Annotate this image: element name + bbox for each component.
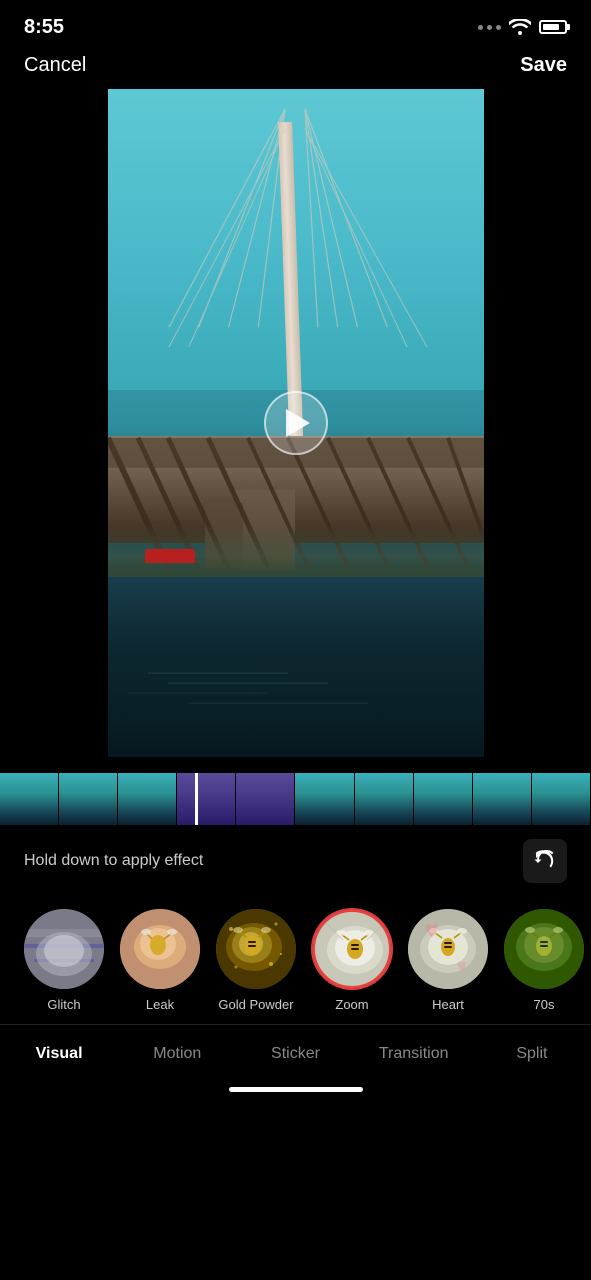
hold-text-row: Hold down to apply effect bbox=[0, 825, 591, 897]
timeline-frame-8 bbox=[532, 773, 591, 825]
play-icon bbox=[286, 409, 310, 437]
leak-visual bbox=[120, 909, 200, 989]
timeline-frame-6 bbox=[414, 773, 473, 825]
save-button[interactable]: Save bbox=[520, 54, 567, 77]
video-scene bbox=[108, 89, 484, 757]
water-reflections bbox=[108, 663, 484, 743]
effect-thumb-gold bbox=[216, 909, 296, 989]
undo-button[interactable] bbox=[523, 839, 567, 883]
tab-transition[interactable]: Transition bbox=[355, 1041, 473, 1067]
heart-visual bbox=[408, 909, 488, 989]
effect-thumb-70s bbox=[504, 909, 584, 989]
effect-label-70s: 70s bbox=[534, 997, 555, 1012]
status-time: 8:55 bbox=[24, 16, 64, 39]
effect-zoom[interactable]: Zoom bbox=[304, 905, 400, 1016]
home-indicator bbox=[229, 1087, 363, 1092]
battery-fill bbox=[543, 24, 559, 30]
70s-visual bbox=[504, 909, 584, 989]
battery-icon bbox=[539, 20, 567, 34]
header: Cancel Save bbox=[0, 50, 591, 89]
undo-icon bbox=[534, 850, 556, 872]
dot-2 bbox=[487, 25, 492, 30]
timeline-frame-4 bbox=[295, 773, 354, 825]
signal-dots bbox=[478, 25, 501, 30]
effect-label-leak: Leak bbox=[146, 997, 174, 1012]
timeline-frame-1 bbox=[0, 773, 59, 825]
effect-70s[interactable]: 70s bbox=[496, 905, 591, 1016]
tab-visual[interactable]: Visual bbox=[0, 1041, 118, 1067]
hold-text: Hold down to apply effect bbox=[24, 852, 203, 870]
effect-label-glitch: Glitch bbox=[47, 997, 80, 1012]
effect-leak[interactable]: Leak bbox=[112, 905, 208, 1016]
glitch-visual bbox=[24, 909, 104, 989]
gold-visual bbox=[216, 909, 296, 989]
boat bbox=[145, 549, 195, 563]
tab-sticker[interactable]: Sticker bbox=[236, 1041, 354, 1067]
effect-label-gold: Gold Powder bbox=[218, 997, 293, 1012]
play-button[interactable] bbox=[264, 391, 328, 455]
effect-thumb-heart bbox=[408, 909, 488, 989]
timeline-strip[interactable] bbox=[0, 773, 591, 825]
timeline-frame-selected-1 bbox=[177, 773, 236, 825]
timeline-frame-7 bbox=[473, 773, 532, 825]
effect-label-heart: Heart bbox=[432, 997, 464, 1012]
timeline-frame-selected-2 bbox=[236, 773, 295, 825]
tab-motion[interactable]: Motion bbox=[118, 1041, 236, 1067]
cancel-button[interactable]: Cancel bbox=[24, 54, 86, 77]
effect-label-zoom: Zoom bbox=[335, 997, 368, 1012]
tab-split[interactable]: Split bbox=[473, 1041, 591, 1067]
timeline-frame-3 bbox=[118, 773, 177, 825]
timeline-frame-2 bbox=[59, 773, 118, 825]
dot-1 bbox=[478, 25, 483, 30]
effects-row: Glitch Leak bbox=[0, 897, 591, 1024]
effect-gold-powder[interactable]: Gold Powder bbox=[208, 905, 304, 1016]
timeline-frame-5 bbox=[355, 773, 414, 825]
effect-heart[interactable]: Heart bbox=[400, 905, 496, 1016]
effect-thumb-zoom bbox=[312, 909, 392, 989]
status-icons bbox=[478, 19, 567, 35]
effect-thumb-leak bbox=[120, 909, 200, 989]
bottom-tabs: Visual Motion Sticker Transition Split bbox=[0, 1024, 591, 1075]
timeline-cursor bbox=[195, 773, 198, 825]
effect-thumb-glitch bbox=[24, 909, 104, 989]
wifi-icon bbox=[509, 19, 531, 35]
status-bar: 8:55 bbox=[0, 0, 591, 50]
dot-3 bbox=[496, 25, 501, 30]
effect-glitch[interactable]: Glitch bbox=[16, 905, 112, 1016]
video-player[interactable] bbox=[108, 89, 484, 757]
timeline-section bbox=[0, 757, 591, 825]
zoom-visual bbox=[315, 912, 392, 989]
